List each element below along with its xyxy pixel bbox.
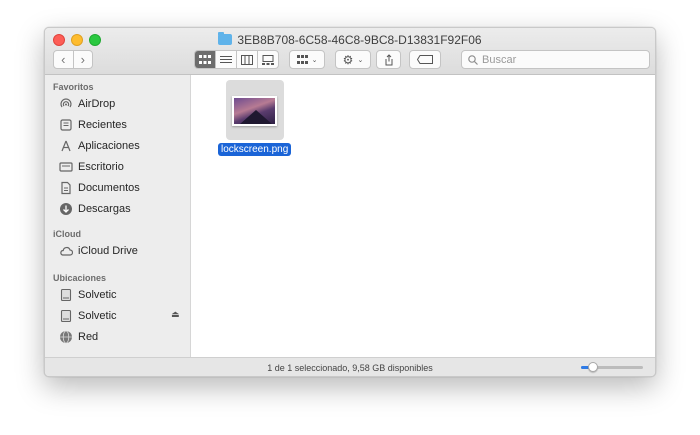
chevron-down-icon: ⌄ — [357, 56, 364, 64]
desktop-icon — [59, 160, 73, 174]
sidebar-item-icloud-drive[interactable]: iCloud Drive — [59, 242, 138, 260]
sidebar-section-icloud: iCloud — [53, 229, 81, 239]
disk-icon — [59, 309, 73, 323]
documents-icon — [59, 181, 73, 195]
forward-button[interactable]: › — [72, 51, 93, 68]
sidebar-item-label: Recientes — [78, 119, 127, 131]
sidebar-item-label: Red — [78, 331, 99, 343]
tag-icon — [417, 55, 433, 64]
search-field[interactable] — [461, 50, 650, 69]
sidebar-item-aplicaciones[interactable]: Aplicaciones — [59, 137, 140, 155]
disk-icon — [59, 288, 73, 302]
sidebar-item-documentos[interactable]: Documentos — [59, 179, 140, 197]
sidebar-item-label: iCloud Drive — [78, 245, 138, 257]
icon-grid-icon — [199, 54, 211, 64]
gallery-view-button[interactable] — [257, 51, 278, 68]
status-text: 1 de 1 seleccionado, 9,58 GB disponibles — [267, 363, 433, 373]
icon-size-slider[interactable] — [581, 362, 643, 372]
sidebar-item-label: Solvetic — [78, 310, 117, 322]
eject-icon[interactable]: ⏏ — [171, 309, 180, 320]
titlebar: 3EB8B708-6C58-46C8-9BC8-D13831F92F06 ‹ › — [45, 28, 655, 75]
share-icon — [385, 53, 392, 65]
sidebar: Favoritos AirDrop Recientes Aplicaciones… — [45, 75, 191, 357]
status-bar: 1 de 1 seleccionado, 9,58 GB disponibles — [45, 357, 655, 376]
sidebar-section-favoritos: Favoritos — [53, 82, 94, 92]
sidebar-item-airdrop[interactable]: AirDrop — [59, 95, 115, 113]
recents-icon — [59, 118, 73, 132]
image-thumbnail[interactable] — [232, 96, 277, 126]
nav-buttons: ‹ › — [53, 50, 93, 69]
view-mode-selector — [194, 50, 279, 69]
network-icon — [59, 330, 73, 344]
list-icon — [220, 55, 232, 63]
search-input[interactable] — [482, 53, 642, 66]
mountain-graphic — [240, 110, 272, 124]
window-title: 3EB8B708-6C58-46C8-9BC8-D13831F92F06 — [237, 33, 482, 47]
airdrop-icon — [59, 97, 73, 111]
file-browser-content[interactable]: lockscreen.png — [192, 75, 655, 357]
icon-view-button[interactable] — [195, 51, 215, 68]
sidebar-item-recientes[interactable]: Recientes — [59, 116, 127, 134]
sidebar-item-solvetic[interactable]: Solvetic — [59, 286, 117, 304]
sidebar-item-label: Documentos — [78, 182, 140, 194]
sidebar-item-label: Solvetic — [78, 289, 117, 301]
downloads-icon — [59, 202, 73, 216]
group-by-button[interactable]: ⌄ — [289, 50, 325, 69]
sidebar-item-escritorio[interactable]: Escritorio — [59, 158, 124, 176]
sidebar-item-label: Escritorio — [78, 161, 124, 173]
list-view-button[interactable] — [215, 51, 236, 68]
gear-icon: ⚙ — [342, 52, 354, 67]
sidebar-item-label: Descargas — [78, 203, 131, 215]
sidebar-item-descargas[interactable]: Descargas — [59, 200, 131, 218]
applications-icon — [59, 139, 73, 153]
sidebar-item-red[interactable]: Red — [59, 328, 98, 346]
file-name-label[interactable]: lockscreen.png — [218, 143, 292, 156]
folder-icon — [218, 32, 233, 45]
sidebar-item-label: Aplicaciones — [78, 140, 140, 152]
finder-window: 3EB8B708-6C58-46C8-9BC8-D13831F92F06 ‹ › — [44, 27, 656, 377]
search-icon — [468, 54, 478, 65]
slider-knob[interactable] — [588, 362, 598, 372]
sidebar-section-ubicaciones: Ubicaciones — [53, 273, 107, 283]
tag-button[interactable] — [409, 50, 441, 69]
cloud-icon — [59, 244, 73, 258]
chevron-down-icon: ⌄ — [311, 56, 318, 64]
column-view-button[interactable] — [236, 51, 257, 68]
gallery-icon — [262, 54, 274, 65]
action-menu-button[interactable]: ⚙ ⌄ — [335, 50, 371, 69]
back-button[interactable]: ‹ — [54, 51, 73, 68]
columns-icon — [241, 54, 253, 65]
share-button[interactable] — [376, 50, 401, 69]
sidebar-item-solvetic-2[interactable]: Solvetic — [59, 307, 117, 325]
window-title-area: 3EB8B708-6C58-46C8-9BC8-D13831F92F06 — [45, 32, 655, 48]
group-grid-icon — [296, 55, 308, 64]
sidebar-item-label: AirDrop — [78, 98, 116, 110]
